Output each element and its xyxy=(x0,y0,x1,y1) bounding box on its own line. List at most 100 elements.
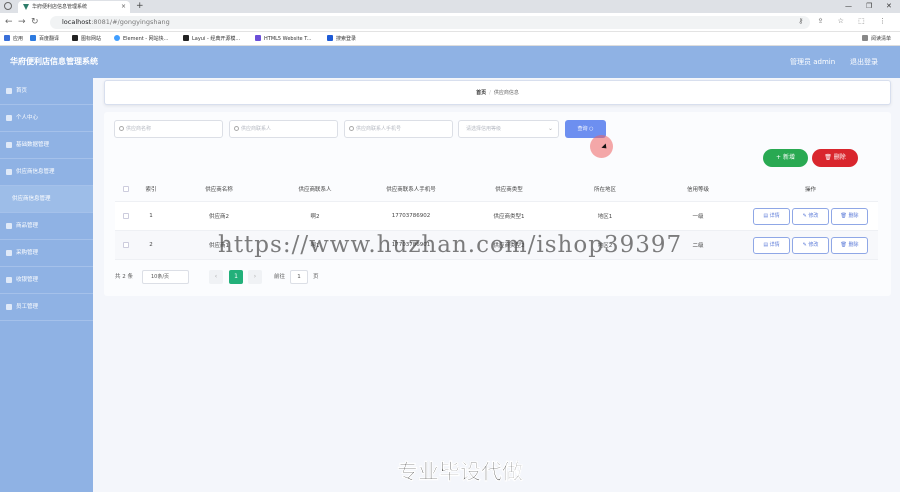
cell-name: 供应商2 xyxy=(209,214,229,220)
watermark-caption: 专业毕设代做 xyxy=(397,460,524,485)
batch-delete-button[interactable]: 🗑 删除 xyxy=(812,149,858,167)
tab-title: 华府便利店信息管理系统 xyxy=(32,4,88,10)
app-header: 华府便利店信息管理系统 管理员 admin 退出登录 xyxy=(0,46,900,78)
team-icon xyxy=(6,304,12,310)
bookmark-layui[interactable]: Layui - 经典开源模... xyxy=(183,32,240,46)
page-unit-label: 页 xyxy=(313,274,319,280)
breadcrumb-current: 供应商信息 xyxy=(493,90,519,96)
sidebar-item-supplier-mgmt[interactable]: 供应商信息管理 xyxy=(0,159,93,186)
add-button[interactable]: + 新增 xyxy=(763,149,808,167)
sidebar-item-profile[interactable]: 个人中心 xyxy=(0,105,93,132)
search-icon xyxy=(119,126,124,131)
user-icon xyxy=(6,115,12,121)
row-checkbox[interactable] xyxy=(123,213,129,219)
col-contact: 供应商联系人 xyxy=(298,186,332,193)
sidebar-item-base-data[interactable]: 基础数据管理 xyxy=(0,132,93,159)
breadcrumb-separator: / xyxy=(489,90,491,96)
bookmark-element[interactable]: Element - 网站快... xyxy=(114,32,168,46)
supplier-phone-input[interactable]: 供应商联系人手机号 xyxy=(344,120,453,138)
url-path: :8081/#/gongyingshang xyxy=(91,18,170,26)
col-area: 所在地区 xyxy=(593,186,616,193)
cell-type: 供应商类型1 xyxy=(493,214,525,220)
reload-button[interactable]: ↻ xyxy=(31,17,39,27)
sidebar-item-purchase[interactable]: 采购管理 xyxy=(0,240,93,267)
cash-icon xyxy=(6,277,12,283)
maximize-button[interactable]: ❐ xyxy=(866,0,872,12)
pagination-total: 共 2 条 xyxy=(115,274,133,280)
chevron-down-icon: ⌄ xyxy=(547,125,553,132)
admin-user-label[interactable]: 管理员 admin xyxy=(790,46,835,78)
edit-button[interactable]: ✎ 修改 xyxy=(792,236,829,254)
cell-index: 2 xyxy=(149,242,153,248)
table-row: 1 供应商2 啊2 17703786902 供应商类型1 地区1 一级 ▤ 详情… xyxy=(115,202,878,231)
cell-contact: 啊2 xyxy=(310,214,320,220)
grid-icon xyxy=(6,142,12,148)
row-checkbox[interactable] xyxy=(123,242,129,248)
detail-button[interactable]: ▤ 详情 xyxy=(753,236,790,254)
col-index: 索引 xyxy=(145,186,157,193)
bookmark-icon-site[interactable]: 图标网站 xyxy=(72,32,101,46)
supplier-contact-input[interactable]: 供应商联系人 xyxy=(229,120,338,138)
app-title: 华府便利店信息管理系统 xyxy=(10,57,98,66)
table-header: 索引 供应商名称 供应商联系人 供应商联系人手机号 供应商类型 所在地区 信用等… xyxy=(115,176,878,202)
cell-phone: 17703786902 xyxy=(391,213,431,219)
home-icon xyxy=(6,88,12,94)
content-panel: 供应商名称 供应商联系人 供应商联系人手机号 请选择信用等级 ⌄ 查询 ○ + 新… xyxy=(104,112,891,296)
delete-button[interactable]: 🗑 删除 xyxy=(831,207,868,225)
prev-page-button[interactable]: ‹ xyxy=(209,270,223,284)
cell-level: 一级 xyxy=(692,214,704,220)
next-page-button[interactable]: › xyxy=(248,270,262,284)
page-number-1[interactable]: 1 xyxy=(229,270,243,284)
select-all-checkbox[interactable] xyxy=(123,185,129,192)
supplier-name-input[interactable]: 供应商名称 xyxy=(114,120,223,138)
sidebar-subitem-supplier-info[interactable]: 供应商信息管理 xyxy=(0,186,93,213)
col-name: 供应商名称 xyxy=(205,186,233,193)
close-window-button[interactable]: ✕ xyxy=(886,0,892,12)
browser-tab[interactable]: 华府便利店信息管理系统 × xyxy=(18,1,130,13)
bookmark-apps[interactable]: 应用 xyxy=(4,32,23,46)
browser-menu-icon[interactable] xyxy=(4,2,12,10)
bookmark-search-login[interactable]: 搜索登录 xyxy=(327,32,356,46)
search-icon: ○ xyxy=(589,126,594,132)
sidebar-item-staff[interactable]: 员工管理 xyxy=(0,294,93,321)
detail-button[interactable]: ▤ 详情 xyxy=(753,207,790,225)
delete-button[interactable]: 🗑 删除 xyxy=(831,236,868,254)
sidebar-item-home[interactable]: 首页 xyxy=(0,78,93,105)
address-bar-icons[interactable]: ⚷ ⇪ ☆ ⬚ ⋮ xyxy=(798,17,892,25)
col-ops: 操作 xyxy=(804,186,816,193)
back-button[interactable]: ← xyxy=(5,17,13,27)
goto-page-input[interactable]: 1 xyxy=(290,270,308,284)
bookmarks-bar: 应用 百度翻译 图标网站 Element - 网站快... Layui - 经典… xyxy=(0,32,900,46)
new-tab-button[interactable]: + xyxy=(136,0,144,12)
address-bar-row: ← → ↻ localhost:8081/#/gongyingshang ⚷ ⇪… xyxy=(0,13,900,32)
tab-close-icon[interactable]: × xyxy=(121,1,126,13)
sidebar-item-cashier[interactable]: 收银管理 xyxy=(0,267,93,294)
col-level: 信用等级 xyxy=(686,186,709,193)
cell-area: 地区1 xyxy=(597,214,613,220)
logout-link[interactable]: 退出登录 xyxy=(850,46,878,78)
search-icon xyxy=(234,126,239,131)
forward-button[interactable]: → xyxy=(18,17,26,27)
gear-icon xyxy=(6,169,12,175)
box-icon xyxy=(6,223,12,229)
main-area: 首页 / 供应商信息 供应商名称 供应商联系人 供应商联系人手机号 请选择信用等级 ⌄… xyxy=(93,78,900,492)
reading-list[interactable]: 阅读清单 xyxy=(862,32,891,46)
url-host: localhost xyxy=(62,18,92,26)
bookmark-html5[interactable]: HTML5 Website T... xyxy=(255,32,311,46)
page-size-select[interactable]: 10条/页 xyxy=(142,270,189,284)
url-field[interactable]: localhost:8081/#/gongyingshang xyxy=(50,16,810,29)
trash-icon: 🗑 xyxy=(824,154,834,161)
breadcrumb-home[interactable]: 首页 xyxy=(476,90,486,96)
bookmark-baidu-translate[interactable]: 百度翻译 xyxy=(30,32,59,46)
cell-index: 1 xyxy=(149,213,153,219)
search-icon xyxy=(349,126,354,131)
tab-favicon-icon xyxy=(23,4,29,10)
credit-level-select[interactable]: 请选择信用等级 ⌄ xyxy=(458,120,559,138)
cart-icon xyxy=(6,250,12,256)
sidebar-item-goods[interactable]: 商品管理 xyxy=(0,213,93,240)
plus-icon: + xyxy=(776,154,783,161)
edit-button[interactable]: ✎ 修改 xyxy=(792,207,829,225)
cell-ops: ▤ 详情 ✎ 修改 🗑 删除 xyxy=(743,202,878,230)
col-type: 供应商类型 xyxy=(495,186,523,193)
minimize-button[interactable]: — xyxy=(845,0,852,12)
